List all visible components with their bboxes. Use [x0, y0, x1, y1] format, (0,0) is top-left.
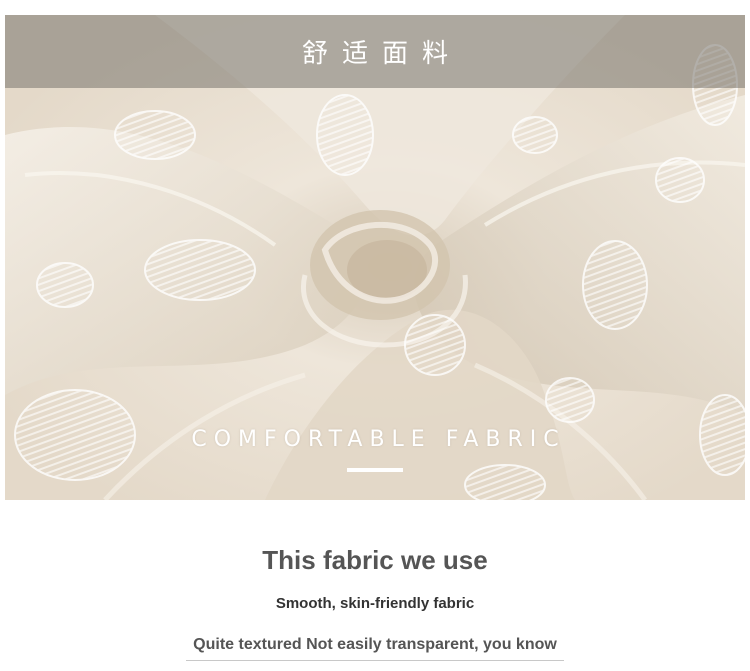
section-note: Quite textured Not easily transparent, y…	[193, 636, 557, 653]
section-title: This fabric we use	[262, 545, 488, 575]
banner-title: 舒适面料	[301, 39, 462, 69]
section-subtitle: Smooth, skin-friendly fabric	[275, 595, 475, 612]
banner-caption: COMFORTABLE FABRIC	[191, 427, 566, 452]
product-detail-section: 舒适面料 COMFORTABLE FABRIC This fabric we u…	[0, 0, 750, 671]
fabric-photo: 舒适面料 COMFORTABLE FABRIC	[5, 15, 745, 500]
title-band: 舒适面料	[5, 15, 745, 88]
caption-underline	[347, 468, 403, 472]
note-underline	[186, 660, 564, 661]
